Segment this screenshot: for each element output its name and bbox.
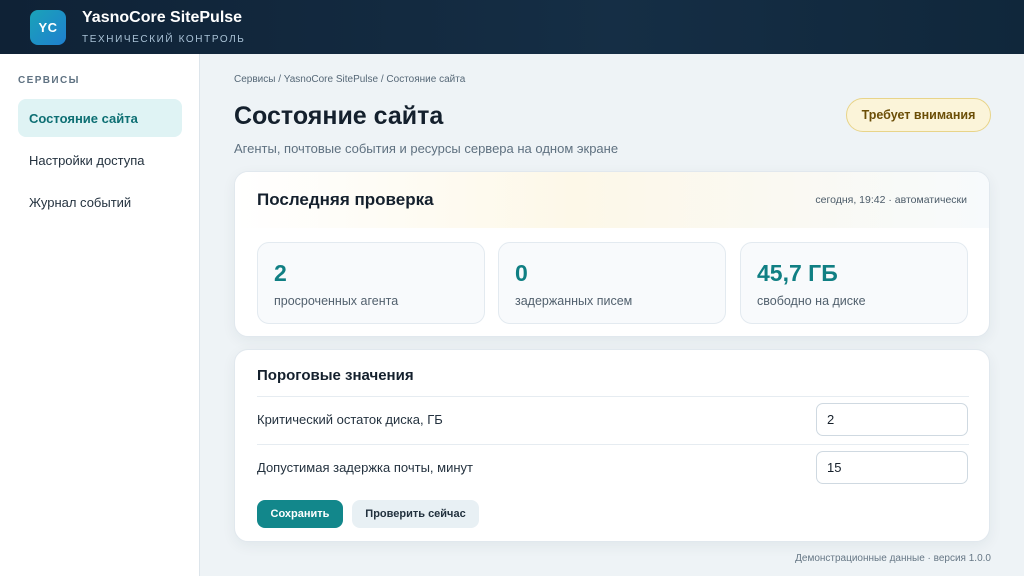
page-description: Агенты, почтовые события и ресурсы серве… (234, 141, 619, 156)
app-subtitle: ТЕХНИЧЕСКИЙ КОНТРОЛЬ (82, 34, 246, 45)
metric-value: 0 (515, 260, 528, 286)
top-bar: YC YasnoCore SitePulse ТЕХНИЧЕСКИЙ КОНТР… (0, 0, 1024, 54)
breadcrumb: Сервисы / YasnoCore SitePulse / Состояни… (234, 74, 466, 85)
status-badge: Требует внимания (846, 98, 991, 132)
last-check-card: Последняя проверка сегодня, 19:42 · авто… (234, 171, 990, 337)
metric-overdue-agents: 2 просроченных агента (257, 242, 485, 324)
mail-delay-label: Допустимая задержка почты, минут (257, 460, 473, 475)
metric-label: задержанных писем (515, 294, 633, 308)
page-title: Состояние сайта (234, 102, 444, 130)
metric-delayed-mail: 0 задержанных писем (498, 242, 726, 324)
mail-delay-input[interactable] (816, 451, 968, 484)
metric-label: просроченных агента (274, 294, 399, 308)
app-logo: YC (30, 10, 66, 45)
sidebar-item-access-settings[interactable]: Настройки доступа (18, 141, 182, 179)
disk-threshold-input[interactable] (816, 403, 968, 436)
divider (257, 444, 969, 445)
sidebar: СЕРВИСЫ Состояние сайта Настройки доступ… (0, 54, 200, 576)
app-title: YasnoCore SitePulse (82, 9, 243, 26)
thresholds-card: Пороговые значения Критический остаток д… (234, 349, 990, 542)
last-check-header: Последняя проверка сегодня, 19:42 · авто… (235, 172, 989, 228)
save-button[interactable]: Сохранить (257, 500, 343, 528)
metric-value: 2 (274, 260, 287, 286)
metric-free-disk: 45,7 ГБ свободно на диске (740, 242, 968, 324)
disk-threshold-label: Критический остаток диска, ГБ (257, 412, 443, 427)
sidebar-item-site-status[interactable]: Состояние сайта (18, 99, 182, 137)
metric-label: свободно на диске (757, 294, 866, 308)
sidebar-item-event-log[interactable]: Журнал событий (18, 183, 182, 221)
thresholds-title: Пороговые значения (257, 367, 414, 384)
last-check-meta: сегодня, 19:42 · автоматически (815, 194, 967, 206)
sidebar-heading: СЕРВИСЫ (18, 75, 80, 86)
footer-note: Демонстрационные данные · версия 1.0.0 (795, 553, 991, 564)
last-check-title: Последняя проверка (257, 190, 434, 209)
check-now-button[interactable]: Проверить сейчас (352, 500, 479, 528)
divider (257, 396, 969, 397)
metric-value: 45,7 ГБ (757, 260, 838, 286)
